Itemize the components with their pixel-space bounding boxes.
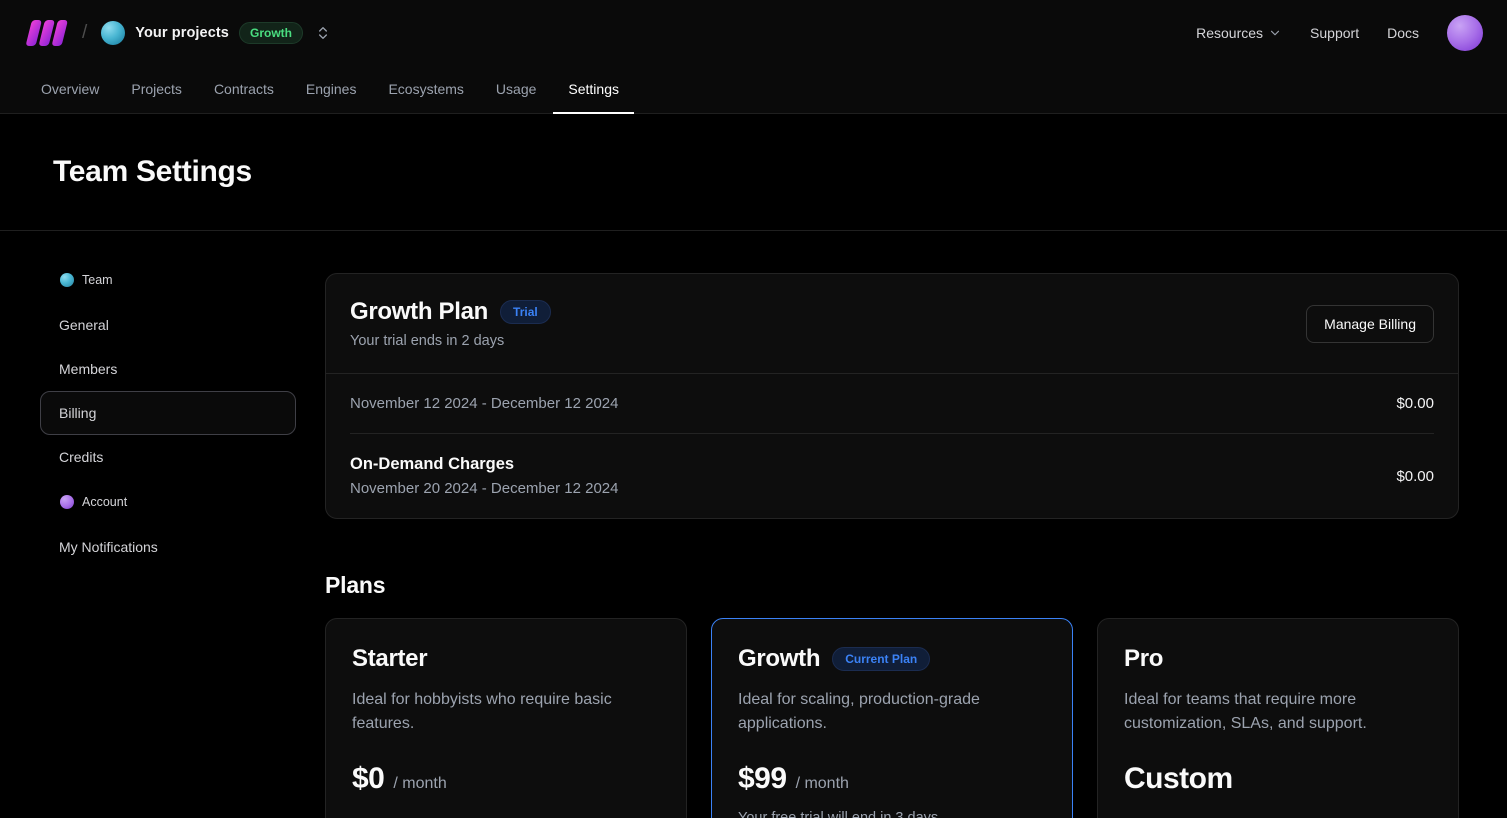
team-switcher[interactable]: Your projects Growth xyxy=(101,21,331,45)
team-plan-badge: Growth xyxy=(239,22,303,44)
chevrons-up-down-icon[interactable] xyxy=(315,25,331,41)
billing-period-row: November 12 2024 - December 12 2024 $0.0… xyxy=(326,373,1458,433)
nav-resources[interactable]: Resources xyxy=(1196,25,1282,41)
manage-billing-button[interactable]: Manage Billing xyxy=(1306,305,1434,343)
chevron-down-icon xyxy=(1268,26,1282,40)
top-header: / Your projects Growth Resources xyxy=(0,0,1507,114)
current-plan-title: Growth Plan xyxy=(350,298,488,326)
on-demand-charges-period: November 20 2024 - December 12 2024 xyxy=(350,480,619,497)
billing-period: November 12 2024 - December 12 2024 xyxy=(350,395,619,412)
sidebar-item-general[interactable]: General xyxy=(40,303,296,347)
starter-plan-period: / month xyxy=(393,775,446,793)
pro-plan-name: Pro xyxy=(1124,645,1163,673)
thirdweb-logo-icon[interactable] xyxy=(24,18,68,48)
sidebar-item-billing[interactable]: Billing xyxy=(40,391,296,435)
team-avatar-dot xyxy=(60,273,74,287)
page-title: Team Settings xyxy=(53,155,252,189)
starter-plan-description: Ideal for hobbyists who require basic fe… xyxy=(352,688,660,736)
plan-card-pro[interactable]: Pro Ideal for teams that require more cu… xyxy=(1097,618,1459,818)
nav-support[interactable]: Support xyxy=(1310,25,1359,41)
pro-plan-description: Ideal for teams that require more custom… xyxy=(1124,688,1432,736)
tab-ecosystems[interactable]: Ecosystems xyxy=(373,66,478,114)
current-plan-badge: Current Plan xyxy=(832,647,930,671)
billing-period-amount: $0.00 xyxy=(1396,395,1434,412)
sidebar-item-my-notifications[interactable]: My Notifications xyxy=(40,525,296,569)
starter-plan-name: Starter xyxy=(352,645,427,673)
starter-plan-price: $0 xyxy=(352,762,384,796)
plan-card-growth[interactable]: Growth Current Plan Ideal for scaling, p… xyxy=(711,618,1073,818)
team-avatar xyxy=(101,21,125,45)
plan-grid: Starter Ideal for hobbyists who require … xyxy=(325,618,1459,818)
user-avatar[interactable] xyxy=(1447,15,1483,51)
on-demand-charges-row: On-Demand Charges November 20 2024 - Dec… xyxy=(326,434,1458,518)
sidebar-group-account-label: Account xyxy=(82,495,127,509)
on-demand-charges-amount: $0.00 xyxy=(1396,468,1434,485)
plan-card-starter[interactable]: Starter Ideal for hobbyists who require … xyxy=(325,618,687,818)
billing-summary-card: Growth Plan Trial Your trial ends in 2 d… xyxy=(325,273,1459,519)
breadcrumb-separator: / xyxy=(82,22,87,44)
sidebar-item-credits[interactable]: Credits xyxy=(40,435,296,479)
sidebar-group-account: Account xyxy=(40,495,296,509)
tab-settings[interactable]: Settings xyxy=(553,66,634,114)
page-header: Team Settings xyxy=(0,114,1507,231)
tab-usage[interactable]: Usage xyxy=(481,66,551,114)
plans-section-title: Plans xyxy=(325,572,1459,599)
tab-engines[interactable]: Engines xyxy=(291,66,372,114)
settings-sidebar: Team General Members Billing Credits Acc… xyxy=(40,273,296,818)
main-tab-bar: Overview Projects Contracts Engines Ecos… xyxy=(0,66,1507,113)
on-demand-charges-title: On-Demand Charges xyxy=(350,455,619,474)
growth-plan-name: Growth xyxy=(738,645,820,673)
account-avatar-dot xyxy=(60,495,74,509)
sidebar-item-members[interactable]: Members xyxy=(40,347,296,391)
sidebar-group-team-label: Team xyxy=(82,273,113,287)
growth-plan-trial-note: Your free trial will end in 3 days. xyxy=(738,810,1046,818)
team-name: Your projects xyxy=(135,25,229,41)
tab-contracts[interactable]: Contracts xyxy=(199,66,289,114)
nav-resources-label: Resources xyxy=(1196,25,1263,41)
tab-projects[interactable]: Projects xyxy=(116,66,197,114)
growth-plan-period: / month xyxy=(796,775,849,793)
pro-plan-price: Custom xyxy=(1124,762,1233,796)
trial-ends-text: Your trial ends in 2 days xyxy=(350,333,551,349)
trial-badge: Trial xyxy=(500,300,551,324)
tab-overview[interactable]: Overview xyxy=(26,66,114,114)
sidebar-group-team: Team xyxy=(40,273,296,287)
growth-plan-price: $99 xyxy=(738,762,787,796)
nav-docs[interactable]: Docs xyxy=(1387,25,1419,41)
app-window: / Your projects Growth Resources xyxy=(0,0,1507,818)
growth-plan-description: Ideal for scaling, production-grade appl… xyxy=(738,688,1046,736)
